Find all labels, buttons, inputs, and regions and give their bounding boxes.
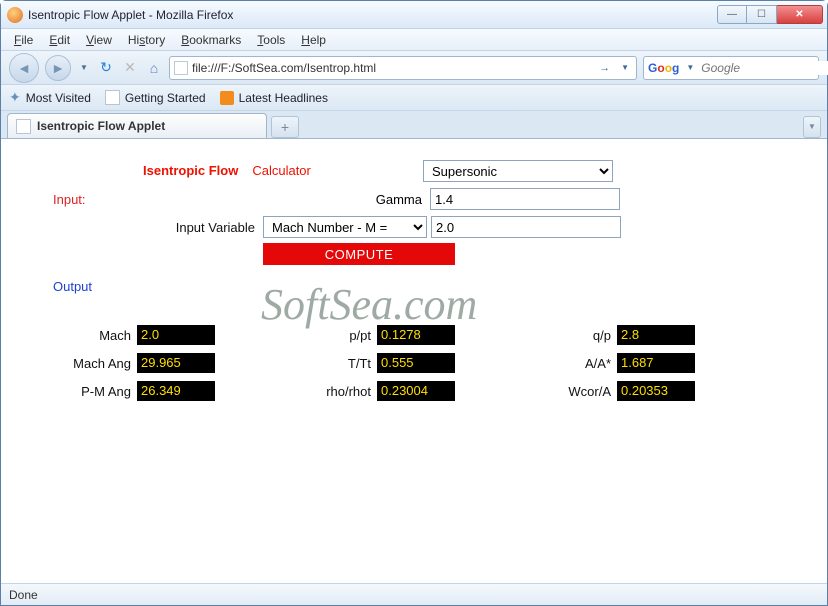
output-section-label: Output <box>53 279 92 294</box>
tab-list-dropdown[interactable]: ▼ <box>803 116 821 138</box>
out-mach-label: Mach <box>59 328 137 343</box>
status-text: Done <box>9 588 38 602</box>
status-bar: Done <box>1 583 827 605</box>
menu-view[interactable]: View <box>79 31 119 49</box>
out-machang-label: Mach Ang <box>59 356 137 371</box>
input-section-label: Input: <box>53 192 86 207</box>
out-ttt-label: T/Tt <box>299 356 377 371</box>
go-button[interactable]: → <box>595 62 614 74</box>
page-icon <box>105 90 120 105</box>
forward-button[interactable]: ► <box>45 55 71 81</box>
out-pmang-label: P-M Ang <box>59 384 137 399</box>
tab-title: Isentropic Flow Applet <box>37 119 165 133</box>
stop-button[interactable]: ✕ <box>121 59 139 77</box>
star-icon: ✦ <box>9 89 21 106</box>
tab-bar: Isentropic Flow Applet + ▼ <box>1 111 827 139</box>
out-qp-value: 2.8 <box>617 325 695 345</box>
page-icon <box>174 61 188 75</box>
search-input[interactable] <box>701 61 828 75</box>
bookmarks-toolbar: ✦ Most Visited Getting Started Latest He… <box>1 85 827 111</box>
maximize-button[interactable]: ☐ <box>747 5 777 24</box>
menu-history[interactable]: History <box>121 31 172 49</box>
bookmark-most-visited[interactable]: ✦ Most Visited <box>9 89 91 106</box>
reload-button[interactable]: ↻ <box>97 59 115 77</box>
minimize-button[interactable]: — <box>717 5 747 24</box>
out-rho-label: rho/rhot <box>299 384 377 399</box>
url-dropdown[interactable]: ▼ <box>618 63 632 72</box>
home-button[interactable]: ⌂ <box>145 59 163 77</box>
gamma-input[interactable] <box>430 188 620 210</box>
applet-heading: Isentropic FlowCalculator <box>143 163 311 178</box>
window-controls: — ☐ ✕ <box>717 5 823 24</box>
menu-help[interactable]: Help <box>294 31 333 49</box>
close-button[interactable]: ✕ <box>777 5 823 24</box>
menu-bookmarks[interactable]: Bookmarks <box>174 31 248 49</box>
bookmark-label: Latest Headlines <box>239 91 328 105</box>
app-window: Isentropic Flow Applet - Mozilla Firefox… <box>0 0 828 606</box>
input-variable-select[interactable]: Mach Number - M = <box>263 216 427 238</box>
url-input[interactable] <box>192 61 591 75</box>
output-grid: Mach2.0 Mach Ang29.965 P-M Ang26.349 p/p… <box>59 325 803 401</box>
out-rho-value: 0.23004 <box>377 381 455 401</box>
history-dropdown[interactable]: ▼ <box>77 57 91 79</box>
page-content: Isentropic FlowCalculator Supersonic Inp… <box>1 139 827 583</box>
out-ppt-value: 0.1278 <box>377 325 455 345</box>
menubar: File Edit View History Bookmarks Tools H… <box>1 29 827 51</box>
page-icon <box>16 119 31 134</box>
new-tab-button[interactable]: + <box>271 116 299 138</box>
window-title: Isentropic Flow Applet - Mozilla Firefox <box>28 8 717 22</box>
out-wcor-label: Wcor/A <box>539 384 617 399</box>
firefox-icon <box>7 7 23 23</box>
titlebar: Isentropic Flow Applet - Mozilla Firefox… <box>1 1 827 29</box>
input-variable-label: Input Variable <box>25 220 263 235</box>
out-machang-value: 29.965 <box>137 353 215 373</box>
back-button[interactable]: ◄ <box>9 53 39 83</box>
bookmark-label: Most Visited <box>26 91 91 105</box>
nav-toolbar: ◄ ► ▼ ↻ ✕ ⌂ → ▼ Goog ▼ 🔍 <box>1 51 827 85</box>
google-icon: Goog <box>648 61 679 75</box>
out-pmang-value: 26.349 <box>137 381 215 401</box>
url-bar[interactable]: → ▼ <box>169 56 637 80</box>
menu-tools[interactable]: Tools <box>250 31 292 49</box>
rss-icon <box>220 91 234 105</box>
menu-edit[interactable]: Edit <box>42 31 77 49</box>
compute-button[interactable]: COMPUTE <box>263 243 455 265</box>
menu-file[interactable]: File <box>7 31 40 49</box>
bookmark-getting-started[interactable]: Getting Started <box>105 90 206 105</box>
out-qp-label: q/p <box>539 328 617 343</box>
search-bar[interactable]: Goog ▼ 🔍 <box>643 56 819 80</box>
out-wcor-value: 0.20353 <box>617 381 695 401</box>
out-ttt-value: 0.555 <box>377 353 455 373</box>
out-mach-value: 2.0 <box>137 325 215 345</box>
bookmark-label: Getting Started <box>125 91 206 105</box>
tab-active[interactable]: Isentropic Flow Applet <box>7 113 267 138</box>
search-engine-dropdown[interactable]: ▼ <box>683 63 697 72</box>
out-ppt-label: p/pt <box>299 328 377 343</box>
gamma-label: Gamma <box>25 192 430 207</box>
out-aa-label: A/A* <box>539 356 617 371</box>
mode-select[interactable]: Supersonic <box>423 160 613 182</box>
input-variable-value[interactable] <box>431 216 621 238</box>
bookmark-latest-headlines[interactable]: Latest Headlines <box>220 91 328 105</box>
out-aa-value: 1.687 <box>617 353 695 373</box>
